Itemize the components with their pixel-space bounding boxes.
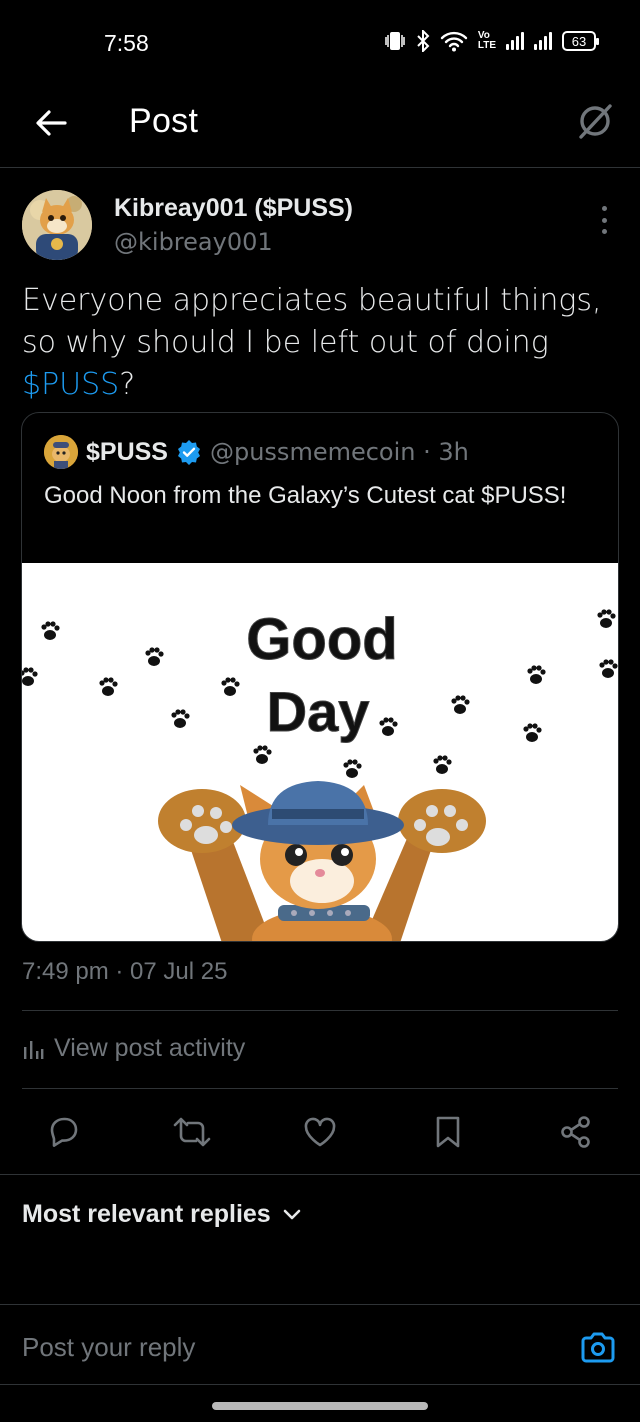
quoted-post-text: Good Noon from the Galaxy’s Cutest cat $… (44, 482, 567, 509)
more-dot-icon (601, 229, 607, 234)
signal-1-icon (506, 32, 524, 50)
view-post-activity-link[interactable]: View post activity (22, 1034, 245, 1063)
quoted-post[interactable]: $PUSS @pussmemecoin · 3h Good Noon from … (21, 412, 619, 942)
vibrate-icon (385, 32, 405, 50)
bluetooth-icon (417, 30, 430, 52)
quoted-author-name: $PUSS (86, 437, 168, 466)
divider (0, 1174, 640, 1175)
divider (0, 1304, 640, 1305)
divider (0, 1384, 640, 1385)
quoted-avatar (44, 435, 78, 469)
bookmark-button[interactable] (424, 1108, 472, 1156)
home-indicator[interactable] (212, 1402, 428, 1410)
wifi-icon (440, 31, 468, 52)
top-app-bar: Post (0, 84, 640, 168)
verified-badge-icon (177, 440, 200, 465)
reply-input[interactable]: Post your reply (22, 1332, 195, 1363)
replies-sort-label: Most relevant replies (22, 1200, 271, 1228)
divider (22, 1010, 618, 1011)
back-button[interactable] (30, 102, 72, 144)
post-text-end: ? (119, 367, 136, 402)
more-dot-icon (601, 217, 607, 223)
grok-icon (579, 104, 612, 139)
status-icons: Vo LTE 63 (384, 30, 599, 52)
status-bar: 7:58 Vo LTE 63 (0, 0, 640, 84)
image-text-day: Day (267, 680, 370, 743)
quoted-handle-time: @pussmemecoin · 3h (209, 438, 469, 466)
page-title: Post (129, 102, 199, 140)
author-handle[interactable]: @kibreay001 (114, 228, 273, 256)
post-text-body: Everyone appreciates beautiful things, s… (22, 283, 602, 360)
repost-button[interactable] (168, 1108, 216, 1156)
reply-icon (50, 1117, 78, 1147)
battery-icon: 63 (562, 31, 599, 51)
like-icon (304, 1117, 336, 1147)
like-button[interactable] (296, 1108, 344, 1156)
post-action-bar (0, 1108, 640, 1156)
camera-icon (581, 1332, 615, 1363)
arrow-left-icon (36, 110, 67, 136)
image-text-good: Good (246, 607, 397, 672)
more-options-button[interactable] (594, 206, 614, 234)
chevron-down-icon (283, 1209, 301, 1219)
reply-button[interactable] (40, 1108, 88, 1156)
post-text: Everyone appreciates beautiful things, s… (22, 280, 622, 406)
more-dot-icon (601, 206, 607, 211)
author-avatar[interactable] (22, 190, 92, 260)
quoted-media-image[interactable]: Good Day (22, 563, 618, 941)
analytics-icon (24, 1040, 44, 1059)
bookmark-icon (436, 1116, 460, 1148)
replies-sort-dropdown[interactable]: Most relevant replies (22, 1200, 301, 1229)
camera-button[interactable] (578, 1328, 618, 1368)
post-timestamp: 7:49 pm · 07 Jul 25 (22, 958, 228, 985)
signal-2-icon (534, 32, 552, 50)
status-time: 7:58 (104, 30, 149, 56)
cashtag-link[interactable]: $PUSS (22, 367, 119, 402)
share-icon (561, 1116, 590, 1148)
volte-icon: Vo LTE (477, 30, 496, 51)
author-name[interactable]: Kibreay001 ($PUSS) (114, 194, 353, 223)
avatar-image (22, 190, 92, 260)
view-post-activity-label: View post activity (54, 1034, 246, 1062)
quoted-post-header: $PUSS @pussmemecoin · 3h (44, 435, 469, 469)
divider (22, 1088, 618, 1089)
grok-button[interactable] (572, 98, 618, 144)
repost-icon (173, 1117, 211, 1147)
share-button[interactable] (552, 1108, 600, 1156)
good-day-cat-illustration: Good Day (22, 607, 618, 941)
